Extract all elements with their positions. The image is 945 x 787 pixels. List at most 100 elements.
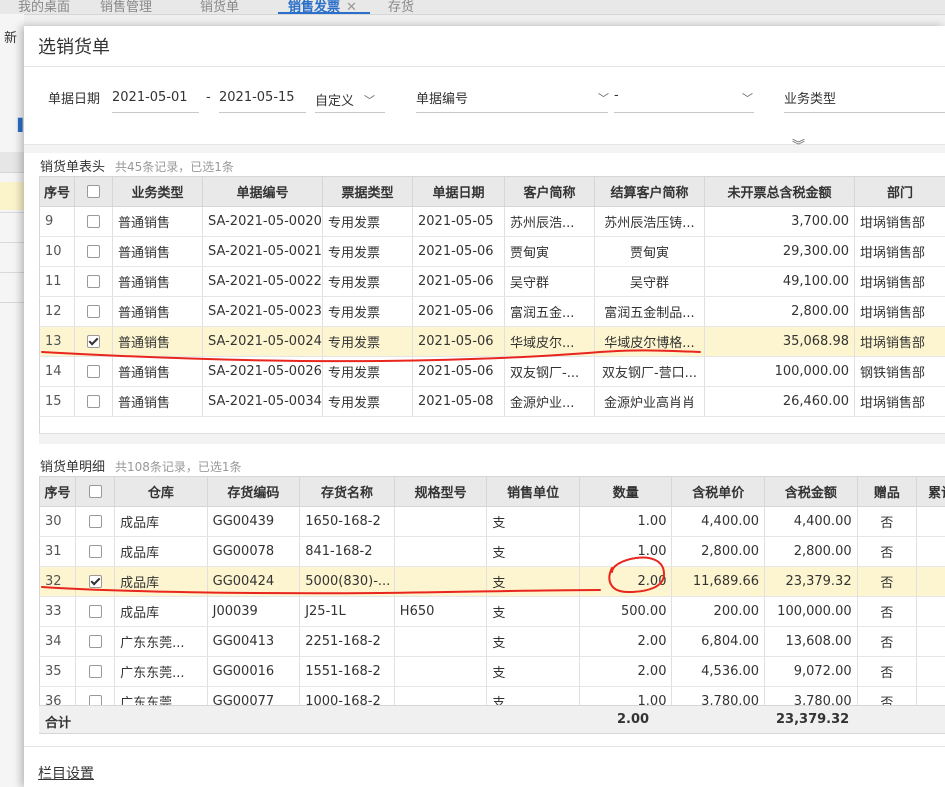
row-checkbox[interactable] (87, 395, 100, 408)
tab-my-desktop[interactable]: 我的桌面 (18, 0, 70, 14)
col-header-item-code[interactable]: 存货编码 (207, 476, 301, 507)
select-all-checkbox[interactable] (87, 185, 100, 198)
header-grid-scrollbar[interactable] (39, 433, 945, 444)
row-checkbox[interactable] (88, 575, 102, 588)
detail-table-row[interactable]: 32 成品库 GG00424 5000(830)-... 支 2.00 11,689.66 2… (39, 566, 945, 597)
cell-item-name: 2251-168-2 (299, 626, 395, 657)
cell-index: 33 (39, 596, 76, 627)
header-table-row[interactable]: 15 普通销售 SA-2021-05-0034 专用发票 2021-05-08 金源炉业.… (39, 386, 945, 417)
cell-index: 10 (39, 236, 75, 267)
col-header-quantity[interactable]: 数量 (579, 476, 673, 507)
col-header-uninvoiced-amount[interactable]: 未开票总含税金额 (704, 176, 855, 207)
col-header-cumulative-invoiced[interactable]: 累计开 (916, 476, 945, 507)
detail-table-row[interactable]: 33 成品库 J00039 J25-1L H650 支 500.00 200.00 100,00… (39, 596, 945, 627)
cell-index: 34 (39, 626, 76, 657)
col-header-amount[interactable]: 含税金额 (764, 476, 858, 507)
row-checkbox[interactable] (88, 515, 102, 528)
input-underline (315, 112, 385, 113)
select-all-checkbox[interactable] (88, 485, 102, 498)
col-header-department[interactable]: 部门 (854, 176, 945, 207)
row-checkbox[interactable] (87, 245, 100, 258)
header-table-row[interactable]: 10 普通销售 SA-2021-05-0021 专用发票 2021-05-06 贾甸寅 贾甸… (39, 236, 945, 267)
cell-customer: 金源炉业... (504, 386, 595, 417)
row-checkbox[interactable] (88, 545, 102, 558)
chevron-down-icon[interactable]: ﹀ (598, 90, 609, 106)
date-to-input[interactable]: 2021-05-15 (219, 90, 295, 105)
background-grid-header (0, 152, 24, 173)
double-chevron-down-icon[interactable]: ︾ (792, 140, 805, 153)
tab-sales-delivery[interactable]: 销货单 (200, 0, 239, 14)
cell-select (75, 506, 116, 537)
cell-select (75, 686, 116, 705)
cell-item-name: 1650-168-2 (299, 506, 395, 537)
cell-uninvoiced-amount: 35,068.98 (704, 326, 855, 357)
row-checkbox[interactable] (87, 305, 100, 318)
cell-unit-price: 4,400.00 (671, 506, 766, 537)
col-header-gift[interactable]: 赠品 (857, 476, 918, 507)
detail-table-row[interactable]: 36 广东东莞 GG00077 1000-168-2 支 1.00 3,780.00 3,78… (39, 686, 945, 705)
background-selected-row (0, 182, 24, 210)
cell-uninvoiced-amount: 2,800.00 (704, 296, 855, 327)
doc-no-from-input[interactable] (416, 112, 608, 113)
cell-unit-price: 3,780.00 (671, 686, 766, 705)
row-checkbox[interactable] (88, 665, 102, 678)
header-table-row[interactable]: 9 普通销售 SA-2021-05-0020 专用发票 2021-05-05 苏州辰浩..… (39, 206, 945, 237)
col-header-index[interactable]: 序号 (39, 476, 76, 507)
cell-warehouse: 成品库 (114, 506, 208, 537)
cell-spec (394, 626, 488, 657)
col-header-ticket-type[interactable]: 票据类型 (322, 176, 413, 207)
row-checkbox[interactable] (87, 365, 100, 378)
tab-sales-management[interactable]: 销售管理 (100, 0, 152, 14)
cell-select (75, 626, 116, 657)
cell-amount: 3,780.00 (764, 686, 858, 705)
row-checkbox[interactable] (88, 695, 102, 705)
col-header-select-all[interactable] (75, 476, 116, 507)
col-header-select-all[interactable] (74, 176, 113, 207)
row-checkbox[interactable] (87, 335, 100, 348)
cell-sales-unit: 支 (486, 596, 580, 627)
col-header-item-name[interactable]: 存货名称 (299, 476, 395, 507)
biz-type-filter[interactable]: 业务类型 (784, 88, 945, 113)
column-settings-link[interactable]: 栏目设置 (38, 763, 94, 783)
detail-section-label: 销货单明细 (40, 460, 106, 475)
cell-gift: 否 (857, 626, 918, 657)
header-table-row[interactable]: 14 普通销售 SA-2021-05-0026 专用发票 2021-05-06 双友钢厂-… (39, 356, 945, 387)
col-header-doc-date[interactable]: 单据日期 (412, 176, 505, 207)
col-header-unit-price[interactable]: 含税单价 (671, 476, 766, 507)
header-table-row[interactable]: 12 普通销售 SA-2021-05-0023 专用发票 2021-05-06 富润五金.… (39, 296, 945, 327)
detail-table-row[interactable]: 34 广东东莞... GG00413 2251-168-2 支 2.00 6,804.00 1… (39, 626, 945, 657)
date-filter: 单据日期 2021-05-01 - 2021-05-15 自定义 ﹀ (48, 88, 388, 113)
row-checkbox[interactable] (88, 635, 102, 648)
detail-table-row[interactable]: 30 成品库 GG00439 1650-168-2 支 1.00 4,400.00 4,400… (39, 506, 945, 537)
cell-cumulative-invoiced (916, 536, 945, 567)
chevron-down-icon[interactable]: ﹀ (364, 92, 375, 108)
col-header-index[interactable]: 序号 (39, 176, 75, 207)
tab-inventory[interactable]: 存货 (388, 0, 414, 14)
col-header-sales-unit[interactable]: 销售单位 (486, 476, 580, 507)
cell-settle-customer: 贾甸寅 (594, 236, 705, 267)
detail-table-row[interactable]: 35 广东东莞... GG00016 1551-168-2 支 2.00 4,536.00 9… (39, 656, 945, 687)
cell-biz-type: 普通销售 (112, 266, 203, 297)
chevron-down-icon[interactable]: ﹀ (742, 90, 753, 106)
col-header-doc-no[interactable]: 单据编号 (202, 176, 323, 207)
detail-table-row[interactable]: 31 成品库 GG00078 841-168-2 支 1.00 2,800.00 2,800.… (39, 536, 945, 567)
cell-doc-no: SA-2021-05-0020 (202, 206, 323, 237)
doc-no-to-input[interactable] (614, 112, 754, 113)
col-header-customer[interactable]: 客户简称 (504, 176, 595, 207)
detail-grid-viewport[interactable]: 序号 仓库 存货编码 存货名称 规格型号 销售单位 数量 含税单价 含税金额 赠… (24, 476, 945, 705)
cell-customer: 苏州辰浩... (504, 206, 595, 237)
col-header-spec[interactable]: 规格型号 (394, 476, 488, 507)
header-table-row[interactable]: 13 普通销售 SA-2021-05-0024 专用发票 2021-05-06 华域皮尔.… (39, 326, 945, 357)
header-table-row[interactable]: 11 普通销售 SA-2021-05-0022 专用发票 2021-05-06 吴守群 吴守… (39, 266, 945, 297)
cell-doc-no: SA-2021-05-0024 (202, 326, 323, 357)
col-header-biz-type[interactable]: 业务类型 (112, 176, 203, 207)
cell-warehouse: 广东东莞... (114, 656, 208, 687)
row-checkbox[interactable] (87, 275, 100, 288)
date-range-select[interactable]: 自定义 (315, 90, 354, 109)
col-header-settle-customer[interactable]: 结算客户简称 (594, 176, 705, 207)
row-checkbox[interactable] (87, 215, 100, 228)
row-checkbox[interactable] (88, 605, 102, 618)
date-from-input[interactable]: 2021-05-01 (112, 90, 188, 105)
cell-settle-customer: 金源炉业高肖肖 (594, 386, 705, 417)
col-header-warehouse[interactable]: 仓库 (114, 476, 208, 507)
